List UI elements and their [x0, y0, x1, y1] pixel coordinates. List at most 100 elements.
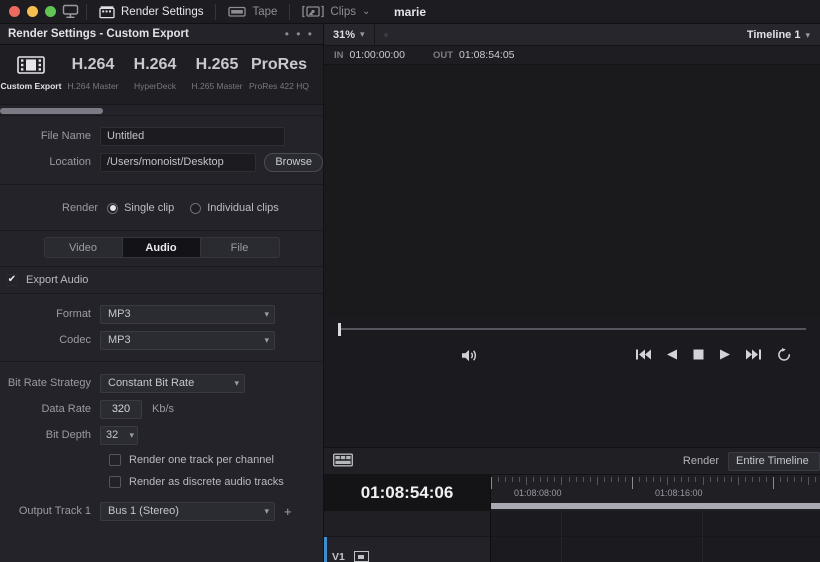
close-window-button[interactable] [9, 6, 20, 17]
tab-render-settings[interactable]: Render Settings [94, 0, 208, 24]
render-range-select[interactable]: Entire Timeline [728, 451, 820, 471]
tab-file[interactable]: File [200, 238, 279, 257]
timeline-selector[interactable]: Timeline 1 ▾ [747, 24, 810, 46]
panel-options-icon[interactable]: • • • [285, 27, 314, 41]
play-reverse-icon[interactable] [667, 349, 677, 363]
export-audio-label: Export Audio [26, 274, 89, 286]
preset-scrollbar-thumb[interactable] [0, 108, 103, 114]
scrubber-bar[interactable] [324, 317, 820, 341]
timeline-scroll-bar[interactable] [491, 503, 820, 509]
tab-audio[interactable]: Audio [122, 238, 201, 257]
track-header-v1[interactable]: V1 [324, 537, 490, 562]
ruler-tick [576, 477, 577, 482]
preset-h265-master-label: H.265 Master [191, 81, 243, 91]
bit-rate-strategy-row: Bit Rate Strategy Constant Bit Rate ▾ [0, 371, 323, 395]
preset-custom-export[interactable]: Custom Export [0, 54, 62, 91]
current-timecode-display[interactable]: 01:08:54:06 [324, 475, 491, 511]
preset-scrollbar[interactable] [0, 105, 323, 116]
render-mode-section: Render Single clip Individual clips [0, 185, 323, 230]
tab-tape[interactable]: Tape [223, 0, 282, 24]
tab-clips[interactable]: Clips ⌄ [297, 0, 375, 24]
preset-hyperdeck-title: H.264 [133, 56, 177, 73]
location-input[interactable]: /Users/monoist/Desktop [100, 152, 257, 172]
viewer-filler-area [324, 371, 820, 448]
bit-depth-select[interactable]: 32 ▾ [100, 425, 138, 445]
data-rate-input[interactable]: 320 [100, 399, 142, 419]
zoom-level-select[interactable]: 31% ▾ [324, 29, 374, 41]
render-one-track-label: Render one track per channel [129, 454, 274, 466]
render-discrete-checkbox[interactable] [109, 476, 121, 488]
output-track-1-row: Output Track 1 Bus 1 (Stereo) ▾ + [0, 499, 323, 523]
loop-icon[interactable] [777, 347, 792, 365]
render-discrete-row: Render as discrete audio tracks [0, 471, 323, 493]
radio-single-clip[interactable] [107, 202, 119, 214]
ruler-tick [801, 477, 802, 482]
viewer-header-divider [373, 23, 375, 46]
track-header-spacer [324, 511, 490, 537]
codec-select[interactable]: MP3 ▾ [100, 330, 275, 350]
output-track-1-select[interactable]: Bus 1 (Stereo) ▾ [100, 501, 275, 521]
track-header-column: V1 [324, 511, 491, 562]
format-label: Format [56, 308, 91, 320]
timeline-ruler[interactable]: 01:08:08:00 01:08:16:00 [491, 475, 820, 511]
monitor-icon[interactable] [62, 4, 79, 19]
radio-individual-clips[interactable] [190, 202, 202, 214]
maximize-window-button[interactable] [45, 6, 56, 17]
window-controls[interactable] [0, 6, 56, 17]
format-select[interactable]: MP3 ▾ [100, 304, 275, 324]
video-preview-canvas[interactable] [324, 65, 820, 317]
minimize-window-button[interactable] [27, 6, 38, 17]
ruler-tick [639, 477, 640, 482]
stop-icon[interactable] [693, 349, 704, 363]
format-select-value: MP3 [108, 308, 131, 320]
ruler-tick [710, 477, 711, 482]
ruler-tick [583, 477, 584, 482]
render-preset-list[interactable]: Custom Export H.264 H.264 Master H.264 H… [0, 45, 323, 105]
file-name-input[interactable]: Untitled [100, 126, 285, 146]
preset-prores-422-hq[interactable]: ProRes ProRes 422 HQ [248, 54, 310, 91]
jump-to-end-icon[interactable] [746, 349, 761, 363]
in-out-bar: IN 01:00:00:00 OUT 01:08:54:05 [324, 46, 820, 65]
bit-rate-strategy-select[interactable]: Constant Bit Rate ▾ [100, 373, 245, 393]
tab-video[interactable]: Video [44, 238, 123, 257]
browse-button[interactable]: Browse [264, 152, 323, 172]
ruler-tick [724, 477, 725, 482]
preset-hyperdeck[interactable]: H.264 HyperDeck [124, 54, 186, 91]
jump-to-start-icon[interactable] [636, 349, 651, 363]
chevron-down-icon[interactable]: ⌄ [362, 6, 370, 17]
ruler-tick [787, 477, 788, 482]
radio-individual-clips-label[interactable]: Individual clips [207, 202, 279, 214]
radio-single-clip-label[interactable]: Single clip [124, 202, 174, 214]
render-mode-row: Render Single clip Individual clips [0, 195, 323, 221]
in-point-timecode[interactable]: 01:00:00:00 [350, 49, 405, 61]
ruler-label-0: 01:08:08:00 [514, 488, 562, 498]
timeline-view-icon[interactable] [332, 453, 354, 470]
preset-h265-master[interactable]: H.265 H.265 Master [186, 54, 248, 91]
viewer-status-dot-icon [383, 32, 388, 37]
speaker-icon[interactable] [460, 348, 478, 366]
chevron-down-icon: ▾ [264, 505, 269, 516]
scrubber-playhead[interactable] [338, 323, 341, 336]
add-output-track-button[interactable]: + [284, 504, 292, 519]
chevron-down-icon: ▾ [264, 334, 269, 345]
chevron-down-icon: ▾ [129, 429, 134, 440]
export-audio-checkbox[interactable]: ✔ [6, 274, 18, 286]
toolbar-divider-3 [289, 3, 291, 20]
timeline-track-divider [491, 536, 820, 537]
bit-depth-value: 32 [106, 429, 119, 441]
ruler-tick [794, 477, 795, 482]
ruler-tick [780, 477, 781, 482]
play-forward-icon[interactable] [720, 349, 730, 363]
video-track-icon[interactable] [353, 551, 369, 562]
ruler-tick [561, 477, 562, 485]
render-settings-panel: Render Settings - Custom Export • • • Cu… [0, 24, 324, 562]
out-point-timecode[interactable]: 01:08:54:05 [459, 49, 514, 61]
ruler-tick [681, 477, 682, 482]
timeline-canvas[interactable] [491, 511, 820, 562]
toolbar-divider-1 [86, 3, 87, 20]
panel-title: Render Settings - Custom Export [8, 28, 189, 40]
render-one-track-checkbox[interactable] [109, 454, 121, 466]
preset-h264-master[interactable]: H.264 H.264 Master [62, 54, 124, 91]
in-point-label: IN [334, 49, 344, 61]
timeline-ruler-row: 01:08:54:06 01:08:08:00 01:08:16:00 [324, 475, 820, 511]
